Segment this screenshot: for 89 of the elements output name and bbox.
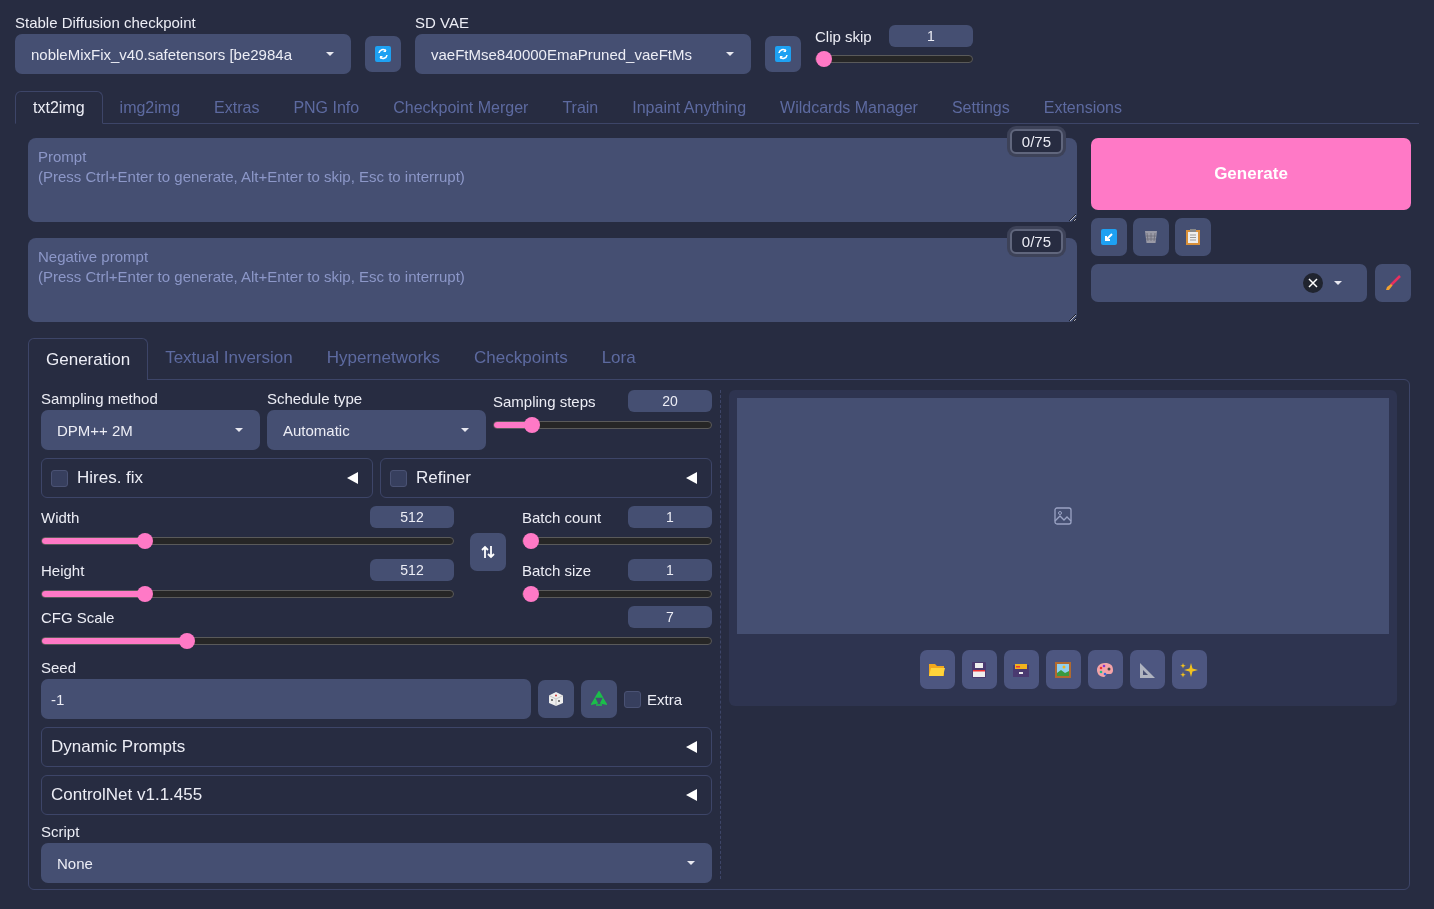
image-icon <box>1054 507 1072 525</box>
field-label: Stable Diffusion checkpoint <box>15 14 197 31</box>
tab[interactable]: Generation <box>28 338 149 380</box>
clipboard-button[interactable] <box>1175 218 1211 256</box>
accordion-title: Hires. fix <box>77 468 145 488</box>
accordion-header[interactable]: Dynamic Prompts <box>41 727 712 767</box>
caret-icon <box>686 860 696 866</box>
swap-button[interactable] <box>470 533 506 571</box>
refresh-icon <box>775 46 791 62</box>
framed-picture-icon <box>1055 661 1071 678</box>
number-field[interactable]: 1 <box>889 25 973 47</box>
number-field[interactable]: 7 <box>628 606 712 628</box>
caret-icon <box>1333 280 1343 286</box>
slider-label: Clip skip <box>815 27 872 45</box>
caret-icon <box>234 427 244 433</box>
tab[interactable]: txt2img <box>15 91 103 124</box>
slider-label: Batch count <box>522 508 602 526</box>
number-field[interactable]: 512 <box>370 559 454 581</box>
number-field[interactable]: 1 <box>628 559 712 581</box>
accordion-title: Dynamic Prompts <box>51 737 187 757</box>
palette-button[interactable] <box>1087 650 1123 689</box>
slider-label: Batch size <box>522 561 592 579</box>
file-cabinet-icon <box>1013 662 1029 677</box>
slider-thumb[interactable] <box>136 533 153 549</box>
token-counter: 0/75 <box>1009 129 1063 154</box>
collapse-arrow-icon <box>686 472 697 484</box>
checkbox[interactable] <box>624 690 641 708</box>
recycle-button[interactable] <box>581 680 617 718</box>
arrow-button[interactable] <box>1091 218 1127 256</box>
slider-thumb[interactable] <box>136 586 153 602</box>
slider-thumb[interactable] <box>179 633 196 649</box>
brush-button[interactable] <box>1375 264 1411 302</box>
dice-button[interactable] <box>538 680 574 718</box>
slider-thumb[interactable] <box>523 586 539 602</box>
swap-arrows-icon <box>481 545 495 559</box>
brush-icon <box>1385 275 1401 291</box>
slider-label: Sampling steps <box>493 392 596 410</box>
field-label: Script <box>41 823 81 840</box>
field-label: Schedule type <box>267 390 364 407</box>
field-label: SD VAE <box>415 14 470 31</box>
close-icon[interactable] <box>1303 273 1323 293</box>
schedule-type-dropdown[interactable]: Automatic <box>267 410 486 450</box>
slider-thumb[interactable] <box>523 533 539 549</box>
accordion-title: Refiner <box>416 468 472 488</box>
accordion-header[interactable]: ControlNet v1.1.455 <box>41 775 712 815</box>
image-button[interactable] <box>1045 650 1081 689</box>
caret-icon <box>325 51 335 57</box>
script-dropdown[interactable]: None <box>41 843 712 883</box>
checkpoint-dropdown[interactable]: nobleMixFix_v40.safetensors [be2984a <box>15 34 351 74</box>
number-field[interactable]: 1 <box>628 506 712 528</box>
save-button[interactable] <box>961 650 997 689</box>
seed-field[interactable]: -1 <box>41 679 531 719</box>
refresh-button[interactable] <box>365 36 401 72</box>
dice-icon <box>548 691 564 707</box>
refresh-icon <box>375 46 391 62</box>
accordion-header[interactable]: Hires. fix <box>41 458 373 498</box>
folder-icon <box>929 662 945 677</box>
accordion-title: ControlNet v1.1.455 <box>51 785 204 805</box>
slider-thumb[interactable] <box>524 417 541 433</box>
checkbox[interactable] <box>51 469 68 487</box>
slider-thumb[interactable] <box>816 51 832 67</box>
number-field[interactable]: 20 <box>628 390 712 412</box>
trash-button[interactable] <box>1133 218 1169 256</box>
slider-label: Width <box>41 508 80 526</box>
slider-label: Height <box>41 561 85 579</box>
recycle-icon <box>591 691 607 707</box>
checkbox[interactable] <box>390 469 407 487</box>
slider-label: CFG Scale <box>41 608 115 626</box>
trash-icon <box>1143 229 1159 245</box>
triangle-ruler-icon <box>1139 661 1155 678</box>
field-label: Seed <box>41 659 78 676</box>
triangle-ruler-icon-button[interactable] <box>1129 650 1165 689</box>
token-counter: 0/75 <box>1009 229 1063 254</box>
palette-icon <box>1096 661 1114 678</box>
archive-button[interactable] <box>1003 650 1039 689</box>
collapse-arrow-icon <box>347 472 358 484</box>
sparkles-icon <box>1180 661 1198 678</box>
caret-icon <box>725 51 735 57</box>
sampling-method-dropdown[interactable]: DPM++ 2M <box>41 410 260 450</box>
accordion-header[interactable]: Refiner <box>380 458 712 498</box>
checkbox-label: Extra <box>647 690 682 708</box>
folder-button[interactable] <box>919 650 955 689</box>
caret-icon <box>460 427 470 433</box>
vae-dropdown[interactable]: vaeFtMse840000EmaPruned_vaeFtMs <box>415 34 751 74</box>
number-field[interactable]: 512 <box>370 506 454 528</box>
refresh-button[interactable] <box>765 36 801 72</box>
sparkles-button[interactable] <box>1171 650 1207 689</box>
clipboard-icon <box>1186 229 1200 245</box>
field-label: Sampling method <box>41 390 159 407</box>
